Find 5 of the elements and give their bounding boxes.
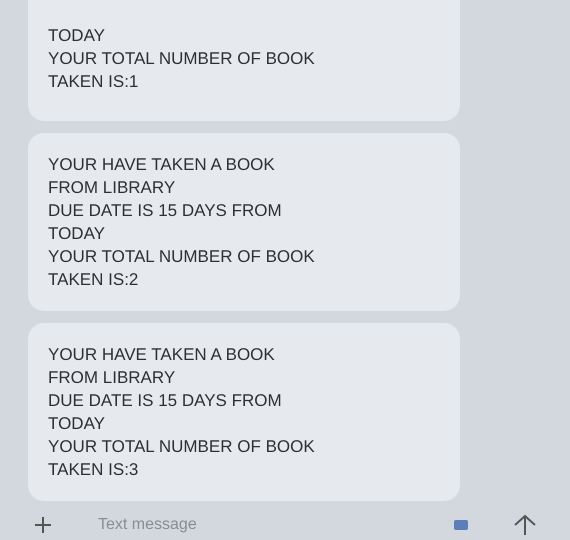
message-text: TODAY YOUR TOTAL NUMBER OF BOOK TAKEN IS:1 [48, 25, 316, 93]
message-text: YOUR HAVE TAKEN A BOOK FROM LIBRARY DUE DATE IS 15 DAYS FROM TODAY YOUR TOTAL NUMBER OF BOOK TAKEN IS:3 [48, 344, 316, 481]
send-arrow-icon[interactable] [512, 514, 538, 536]
message-text: YOUR HAVE TAKEN A BOOK FROM LIBRARY DUE DATE IS 15 DAYS FROM TODAY YOUR TOTAL NUMBER OF BOOK TAKEN IS:2 [48, 154, 316, 291]
message-input-field[interactable]: Text message [66, 512, 442, 536]
